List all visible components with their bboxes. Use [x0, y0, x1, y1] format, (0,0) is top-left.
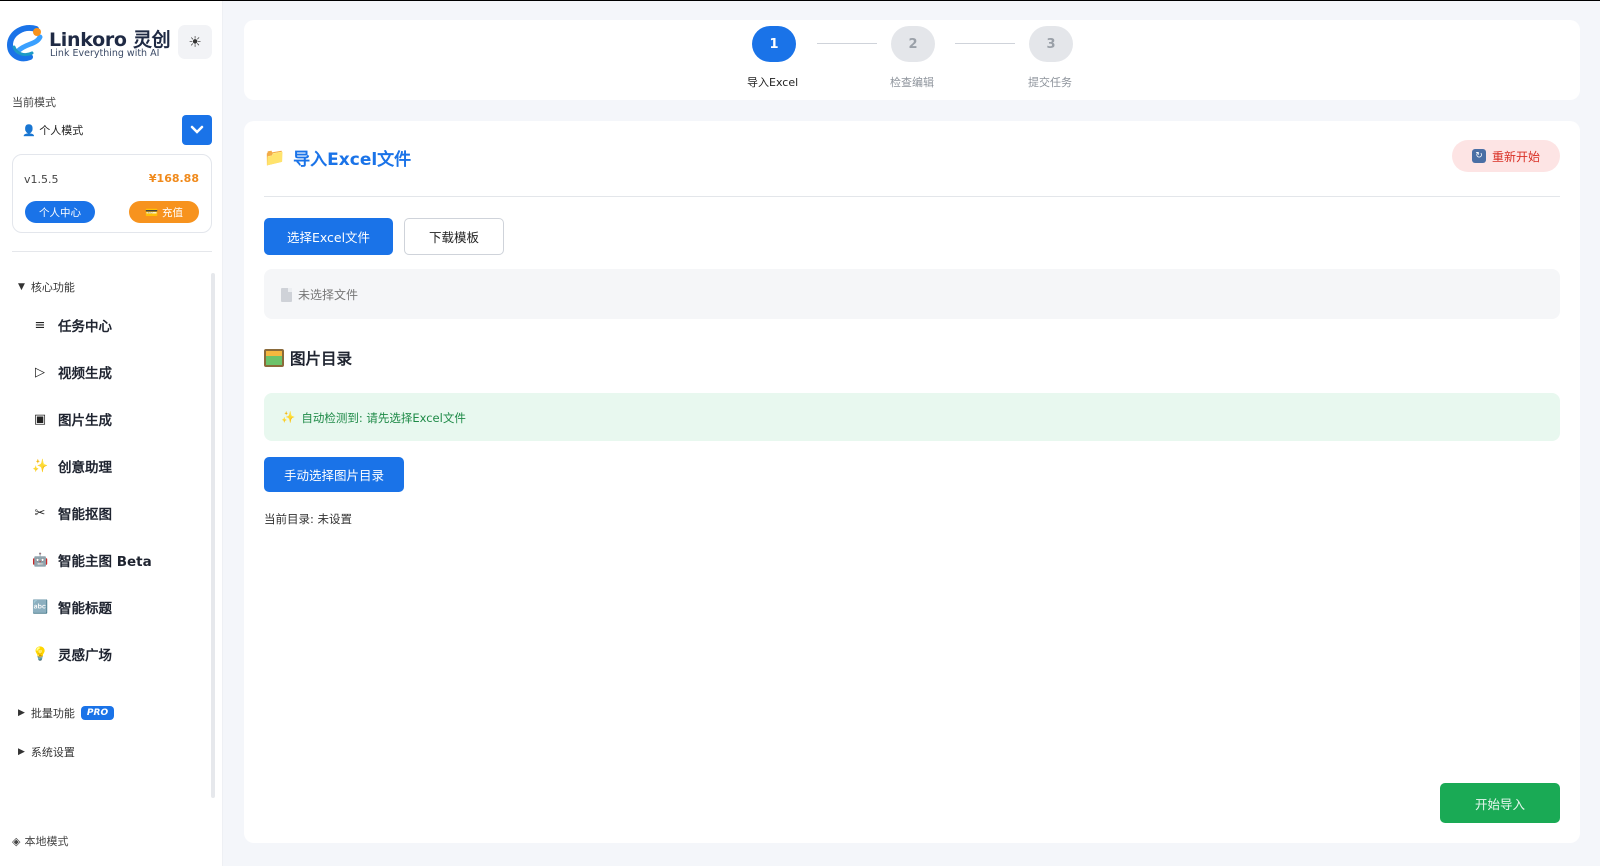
balance-amount: ¥168.88: [148, 172, 199, 185]
mode-select-value: 👤 个人模式: [22, 124, 84, 137]
sidebar-item-image-generation[interactable]: ▣ 图片生成: [32, 408, 112, 430]
sidebar: Linkoro 灵创 Link Everything with AI ☀ 当前模…: [0, 1, 223, 866]
sidebar-divider: [12, 251, 212, 252]
sparkles-icon: ✨: [32, 458, 49, 474]
start-import-button[interactable]: 开始导入: [1440, 783, 1560, 823]
folder-icon: 📁: [264, 147, 286, 168]
local-mode-indicator[interactable]: ◈ 本地模式: [12, 833, 68, 849]
list-icon: ≡: [34, 317, 46, 333]
window-top-border: [0, 0, 1600, 1]
step-1-label: 导入Excel: [747, 76, 799, 89]
nav-group-core-label: 核心功能: [30, 281, 75, 294]
step-2-label: 检查编辑: [890, 76, 934, 89]
mode-select[interactable]: 👤 个人模式: [12, 115, 212, 145]
card-icon: 💳: [144, 206, 159, 219]
nav-group-batch-label: 批量功能: [30, 707, 75, 720]
sidebar-item-label: 视频生成: [58, 366, 112, 382]
page-title-text: 导入Excel文件: [293, 150, 412, 170]
manual-select-dir-button[interactable]: 手动选择图片目录: [264, 457, 404, 492]
image-square-icon: ▣: [33, 411, 47, 427]
robot-icon: 🤖: [32, 552, 49, 568]
import-panel: 📁 导入Excel文件 ↻ 重新开始 选择Excel文件 下载模板 未选择文件 …: [244, 121, 1580, 843]
scissors-icon: ✂: [34, 505, 46, 521]
nav-group-batch[interactable]: ▶ 批量功能 PRO: [18, 705, 115, 721]
image-dir-heading: 图片目录: [264, 347, 352, 369]
select-excel-button[interactable]: 选择Excel文件: [264, 218, 393, 255]
step-3-label: 提交任务: [1028, 76, 1072, 89]
chevron-down-icon[interactable]: [182, 115, 212, 145]
sidebar-item-label: 图片生成: [58, 413, 112, 429]
nav-group-core[interactable]: ▼ 核心功能: [18, 279, 75, 295]
progress-stepper: 1 2 3 导入Excel 检查编辑 提交任务: [244, 20, 1580, 100]
recharge-button[interactable]: 💳 充值: [129, 201, 199, 223]
local-mode-label: 本地模式: [24, 835, 69, 848]
restart-label: 重新开始: [1491, 149, 1540, 164]
lightbulb-icon: 💡: [32, 646, 49, 662]
nav-group-settings-label: 系统设置: [30, 746, 75, 759]
triangle-right-icon: ▶: [18, 708, 25, 718]
nav-group-settings[interactable]: ▶ 系统设置: [18, 744, 75, 760]
sparkles-icon: ✨: [281, 410, 296, 424]
recharge-label: 充值: [162, 206, 184, 219]
sidebar-item-smart-main-image[interactable]: 🤖 智能主图 Beta: [32, 549, 152, 571]
auto-detect-banner: ✨ 自动检测到: 请先选择Excel文件: [264, 393, 1560, 441]
sidebar-item-label: 智能抠图: [58, 507, 112, 523]
pro-badge: PRO: [80, 706, 115, 720]
step-1-circle: 1: [752, 26, 796, 62]
sidebar-item-smart-title[interactable]: 🔤 智能标题: [32, 596, 112, 618]
sidebar-item-label: 任务中心: [58, 319, 112, 335]
account-card: v1.5.5 ¥168.88 个人中心 💳 充值: [12, 154, 212, 233]
image-dir-title: 图片目录: [290, 350, 353, 368]
triangle-right-icon: ▶: [18, 747, 25, 757]
page-title: 📁 导入Excel文件: [264, 145, 412, 171]
profile-button[interactable]: 个人中心: [25, 201, 95, 223]
linkoro-logo-icon: [6, 25, 43, 62]
sidebar-scrollbar[interactable]: [211, 273, 215, 798]
step-connector: [955, 43, 1015, 44]
sidebar-item-label: 智能标题: [58, 601, 112, 617]
version-label: v1.5.5: [24, 173, 59, 186]
refresh-icon: ↻: [1471, 149, 1486, 163]
play-icon: ▷: [35, 364, 45, 380]
theme-toggle-button[interactable]: ☀: [178, 25, 212, 59]
download-template-button[interactable]: 下载模板: [404, 218, 504, 255]
sun-icon: ☀: [188, 33, 202, 51]
step-2-circle: 2: [891, 26, 935, 62]
file-status-text: 未选择文件: [298, 288, 359, 302]
sidebar-item-task-center[interactable]: ≡ 任务中心: [32, 314, 112, 336]
section-divider: [264, 196, 1560, 197]
mode-label: 当前模式: [12, 96, 56, 109]
sidebar-item-smart-cutout[interactable]: ✂ 智能抠图: [32, 502, 112, 524]
triangle-down-icon: ▼: [18, 282, 25, 292]
step-3-circle: 3: [1029, 26, 1073, 62]
sidebar-item-label: 智能主图 Beta: [58, 554, 152, 570]
document-icon: [281, 287, 292, 302]
brand-tagline: Link Everything with AI: [50, 48, 160, 59]
sidebar-item-label: 灵感广场: [58, 648, 112, 664]
auto-detect-text: 自动检测到: 请先选择Excel文件: [301, 411, 466, 425]
sidebar-item-creative-assistant[interactable]: ✨ 创意助理: [32, 455, 112, 477]
restart-button[interactable]: ↻ 重新开始: [1452, 140, 1560, 172]
file-status-box: 未选择文件: [264, 269, 1560, 319]
current-dir-text: 当前目录: 未设置: [264, 512, 353, 526]
step-connector: [817, 43, 877, 44]
sidebar-item-video-generation[interactable]: ▷ 视频生成: [32, 361, 112, 383]
sidebar-item-inspiration-plaza[interactable]: 💡 灵感广场: [32, 643, 112, 665]
abc-icon: 🔤: [32, 599, 49, 615]
diamond-icon: ◈: [12, 834, 21, 848]
sidebar-item-label: 创意助理: [58, 460, 112, 476]
picture-icon: [264, 349, 284, 367]
